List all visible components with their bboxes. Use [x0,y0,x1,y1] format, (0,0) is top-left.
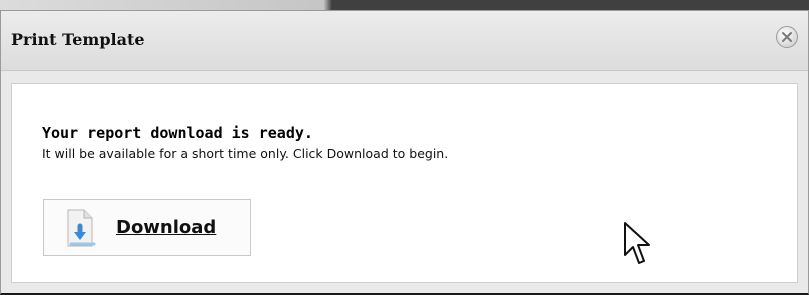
close-button[interactable] [776,26,798,48]
download-button[interactable]: Download [43,199,251,256]
ready-message: It will be available for a short time on… [42,146,449,161]
print-template-dialog: Print Template Your report download is r… [0,10,809,295]
download-label[interactable]: Download [116,217,216,238]
file-download-icon [67,209,96,246]
mouse-pointer-icon [624,222,650,264]
dialog-title: Print Template [11,30,145,49]
dialog-content: Your report download is ready. It will b… [11,83,798,283]
dialog-titlebar: Print Template [1,11,808,71]
ready-heading: Your report download is ready. [42,124,313,142]
close-icon [782,32,792,42]
